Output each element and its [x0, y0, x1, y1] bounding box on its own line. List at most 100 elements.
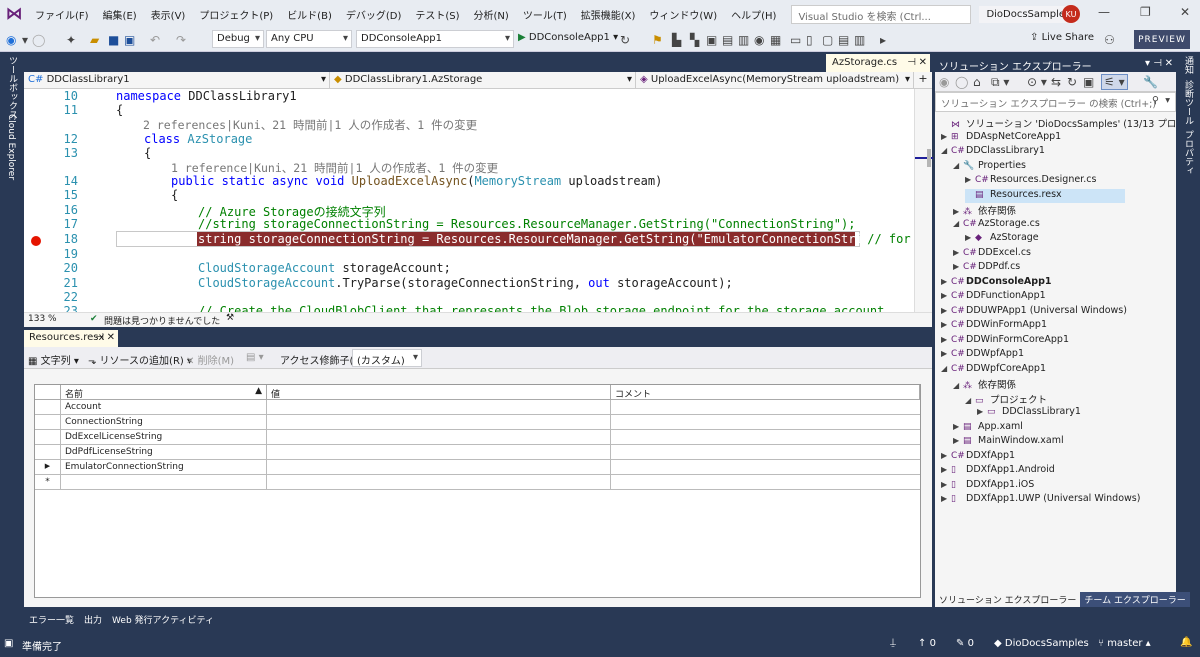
start-debug-button[interactable]: ▶ DDConsoleApp1 ▾	[518, 32, 618, 43]
table-row[interactable]: DdExcelLicenseString	[35, 430, 920, 445]
expand-icon[interactable]: ▶	[941, 349, 951, 358]
pin-icon[interactable]: ⊣	[907, 57, 916, 68]
tree-item[interactable]: ▶ C#DDExcel.cs	[953, 247, 1031, 261]
collapse-icon[interactable]: ◢	[965, 396, 975, 405]
tab-solution-explorer[interactable]: ソリューション エクスプローラー	[935, 592, 1081, 607]
tree-item[interactable]: ▶ C#DDUWPApp1 (Universal Windows)	[941, 305, 1127, 319]
pin-icon[interactable]: ⊣	[1153, 58, 1162, 69]
access-modifier-dropdown[interactable]: (カスタム)	[352, 349, 422, 367]
resource-comment-cell[interactable]	[611, 415, 920, 430]
se-back-icon[interactable]: ◉	[939, 75, 949, 89]
collapse-icon[interactable]: ◢	[953, 381, 963, 390]
minimize-icon[interactable]: —	[1098, 5, 1110, 19]
resource-name-cell[interactable]: EmulatorConnectionString	[61, 460, 267, 475]
branch-selector[interactable]: ⑂ master ▴	[1098, 638, 1151, 649]
member-nav-dropdown[interactable]: ◈ UploadExcelAsync(MemoryStream uploadst…	[636, 72, 914, 89]
project-nav-dropdown[interactable]: C# DDClassLibrary1	[24, 72, 330, 89]
toolbar-icon-g[interactable]: ◉	[754, 33, 764, 47]
tree-item[interactable]: ▶ C#DDWinFormApp1	[941, 319, 1047, 333]
toolbar-icon-n[interactable]: ▸	[880, 33, 886, 47]
show-all-files-icon[interactable]: ⚟ ▾	[1101, 74, 1128, 90]
tree-item[interactable]: ▤ Resources.resx	[965, 188, 1125, 203]
menu-build[interactable]: ビルド(B)	[280, 7, 339, 22]
expand-icon[interactable]: ▶	[941, 132, 951, 141]
save-all-icon[interactable]: ▣	[124, 33, 135, 47]
toolbar-icon-b[interactable]: ▙	[672, 33, 681, 47]
tree-item[interactable]: ▶ C#DDConsoleApp1	[941, 276, 1051, 290]
menu-debug[interactable]: デバッグ(D)	[339, 7, 409, 22]
pin-status-icon[interactable]: ⍊	[890, 637, 896, 648]
codelens-method[interactable]: 1 reference|Kuni、21 時間前|1 人の作成者、1 件の変更	[171, 160, 498, 175]
resource-comment-cell[interactable]	[611, 445, 920, 460]
expand-icon[interactable]: ▶	[953, 207, 963, 216]
window-menu-icon[interactable]: ▾	[1145, 58, 1150, 69]
expand-icon[interactable]: ▶	[941, 277, 951, 286]
tree-item[interactable]: ◢ ▭ プロジェクト	[965, 392, 1047, 406]
toolbar-icon-h[interactable]: ▦	[770, 33, 781, 47]
tab-error-list[interactable]: エラー一覧	[24, 613, 79, 626]
toolbox-tab[interactable]: ツールボックス	[6, 56, 19, 119]
tree-item[interactable]: ▶ C#DDWinFormCoreApp1	[941, 334, 1069, 348]
properties-icon[interactable]: 🔧	[1143, 75, 1158, 89]
tree-item[interactable]: ▶ ▯ DDXfApp1.Android	[941, 464, 1055, 478]
collapse-icon[interactable]: ◢	[941, 146, 951, 155]
expand-icon[interactable]: ▶	[941, 291, 951, 300]
tree-item[interactable]: ▶ C#DDXfApp1	[941, 450, 1015, 464]
zoom-level[interactable]: 133 %	[28, 314, 57, 324]
toolbar-icon-f[interactable]: ▥	[738, 33, 749, 47]
refresh-icon[interactable]: ↻	[620, 33, 630, 47]
split-editor-icon[interactable]: +	[914, 72, 932, 88]
resource-name-cell[interactable]: ConnectionString	[61, 415, 267, 430]
resource-value-cell[interactable]	[267, 400, 611, 415]
toolbar-icon-a[interactable]: ⚑	[652, 33, 663, 47]
expand-icon[interactable]: ▶	[977, 407, 987, 416]
editor-vertical-scrollbar[interactable]	[914, 89, 933, 312]
resource-name-cell[interactable]: Account	[61, 400, 267, 415]
resource-name-cell[interactable]	[61, 475, 267, 490]
tree-item[interactable]: ▶ C#Resources.Designer.cs	[965, 174, 1096, 188]
expand-icon[interactable]: ▶	[965, 175, 975, 184]
push-count[interactable]: ↑ 0	[918, 638, 936, 649]
resource-value-cell[interactable]	[267, 415, 611, 430]
expand-icon[interactable]: ▶	[941, 480, 951, 489]
tree-item[interactable]: ◢ C#DDClassLibrary1	[941, 145, 1045, 159]
tree-item[interactable]: ▶ ▤ App.xaml	[953, 421, 1023, 435]
new-row[interactable]: *	[35, 475, 920, 490]
nav-dropdown-icon[interactable]: ▾	[22, 33, 28, 47]
menu-analyze[interactable]: 分析(N)	[467, 7, 516, 22]
close-icon[interactable]: ✕	[1180, 5, 1190, 19]
forward-icon[interactable]: ◯	[32, 33, 45, 47]
expand-icon[interactable]: ▶	[953, 248, 963, 257]
menu-window[interactable]: ウィンドウ(W)	[642, 7, 724, 22]
panel-close-icon[interactable]: ✕	[1165, 58, 1173, 69]
open-folder-icon[interactable]: ▰	[90, 33, 99, 47]
sync-icon[interactable]: ⇆	[1051, 75, 1061, 89]
column-header-comment[interactable]: コメント	[611, 385, 920, 400]
menu-edit[interactable]: 編集(E)	[96, 7, 144, 22]
column-header-value[interactable]: 値	[267, 385, 611, 400]
tree-item[interactable]: ◢ ⁂ 依存関係	[953, 377, 1016, 391]
expand-icon[interactable]: ▶	[941, 451, 951, 460]
tab-output[interactable]: 出力	[79, 613, 107, 626]
toolbar-icon-c[interactable]: ▚	[690, 33, 699, 47]
toolbar-icon-d[interactable]: ▣	[706, 33, 717, 47]
table-row[interactable]: DdPdfLicenseString	[35, 445, 920, 460]
menu-project[interactable]: プロジェクト(P)	[192, 7, 280, 22]
toolbar-icon-l[interactable]: ▤	[838, 33, 849, 47]
pin-icon[interactable]: ⊣	[95, 332, 104, 343]
table-row[interactable]: ▶ EmulatorConnectionString	[35, 460, 920, 475]
expand-icon[interactable]: ▶	[953, 436, 963, 445]
resource-comment-cell[interactable]	[611, 430, 920, 445]
expand-icon[interactable]: ▶	[953, 262, 963, 271]
toolbar-icon-m[interactable]: ▥	[854, 33, 865, 47]
resource-grid[interactable]: 名前 ▲ 値 コメント Account ConnectionString DdEx…	[34, 384, 921, 598]
collapse-icon[interactable]: ◢	[953, 161, 963, 170]
tree-item[interactable]: ◢ C#DDWpfCoreApp1	[941, 363, 1046, 377]
resource-name-cell[interactable]: DdPdfLicenseString	[61, 445, 267, 460]
properties-tab[interactable]: プロパティ	[1182, 130, 1195, 175]
brush-icon[interactable]: ⚒	[226, 313, 234, 323]
tab-close-icon[interactable]: ✕	[919, 57, 927, 68]
collapse-icon[interactable]: ◢	[941, 364, 951, 373]
codelens-class[interactable]: 2 references|Kuni、21 時間前|1 人の作成者、1 件の変更	[143, 117, 477, 132]
collapse-all-icon[interactable]: ▣	[1083, 75, 1094, 89]
